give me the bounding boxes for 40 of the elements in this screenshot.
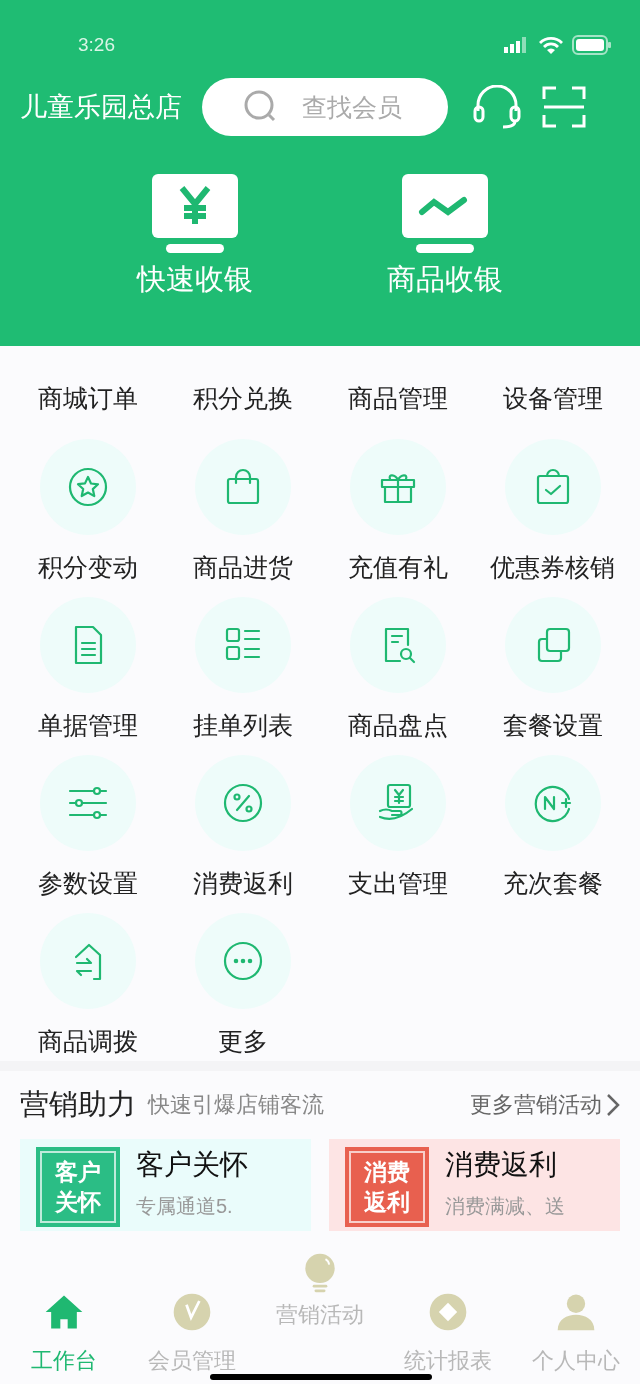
card-description: 消费满减、送 [445, 1193, 565, 1219]
card-title: 客户关怀 [136, 1147, 248, 1182]
menu-grid-item[interactable]: 挂单列表 [165, 587, 320, 745]
badge-text: 关怀 [55, 1187, 101, 1217]
menu-grid-item[interactable]: 商城订单 [10, 345, 165, 429]
menu-grid-item[interactable]: 充值有礼 [320, 429, 475, 587]
badge-text: 客户 [55, 1157, 101, 1187]
chevron-right-icon [606, 1092, 620, 1117]
menu-grid-item[interactable]: 商品调拨 [10, 903, 165, 1061]
menu-grid-item[interactable]: 积分兑换 [165, 345, 320, 429]
marketing-card[interactable]: 消费 返利 消费返利 消费满减、送 [329, 1138, 620, 1231]
status-time: 3:26 [78, 32, 115, 57]
headset-icon[interactable] [472, 85, 522, 129]
search-field[interactable]: 查找会员 [202, 78, 448, 136]
section-subtitle: 快速引爆店铺客流 [148, 1091, 325, 1120]
menu-grid-item[interactable]: 参数设置 [10, 745, 165, 903]
menu-grid-item[interactable]: 商品进货 [165, 429, 320, 587]
menu-grid-item[interactable]: 设备管理 [475, 345, 630, 429]
marketing-card[interactable]: 客户 关怀 客户关怀 专属通道5. [20, 1138, 311, 1231]
menu-grid-item[interactable]: 支出管理 [320, 745, 475, 903]
menu-grid-item[interactable]: 优惠券核销 [475, 429, 630, 587]
menu-grid-item[interactable]: 积分变动 [10, 429, 165, 587]
card-title: 消费返利 [445, 1147, 558, 1182]
more-marketing-link[interactable]: 更多营销活动 [470, 1088, 620, 1122]
menu-grid-item[interactable]: 商品管理 [320, 345, 475, 429]
menu-grid-item[interactable]: 单据管理 [10, 587, 165, 745]
menu-grid-item[interactable]: 消费返利 [165, 745, 320, 903]
wifi-icon [538, 36, 564, 54]
menu-grid-item[interactable]: 商品盘点 [320, 587, 475, 745]
menu-grid-item[interactable]: 更多 [165, 903, 320, 1061]
menu-grid-item[interactable]: 套餐设置 [475, 587, 630, 745]
battery-icon [572, 35, 612, 55]
menu-grid-item[interactable]: 充次套餐 [475, 745, 630, 903]
cash-register-icon [152, 174, 238, 254]
card-description: 专属通道5. [136, 1193, 234, 1219]
badge-text: 消费 [364, 1157, 410, 1187]
section-title: 营销助力 [20, 1087, 136, 1122]
badge-text: 返利 [364, 1187, 410, 1217]
scan-icon[interactable] [542, 85, 586, 129]
monitor-chart-icon [402, 174, 488, 254]
